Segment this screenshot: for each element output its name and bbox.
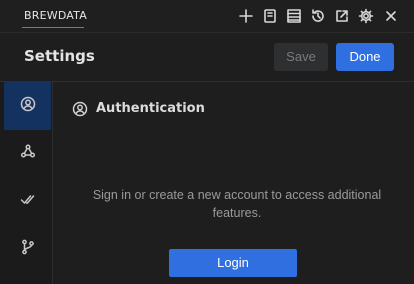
sidebar-item-git[interactable] <box>4 226 51 272</box>
login-button[interactable]: Login <box>169 249 297 277</box>
webhook-icon <box>20 143 36 163</box>
page-title: Settings <box>24 47 95 65</box>
user-circle-icon <box>72 101 88 117</box>
open-external-icon[interactable] <box>332 6 352 26</box>
app-tab-underline <box>22 27 84 28</box>
settings-sidebar <box>0 82 53 284</box>
gear-icon[interactable] <box>356 6 376 26</box>
sidebar-item-authentication[interactable] <box>4 82 51 130</box>
save-button[interactable]: Save <box>274 43 328 71</box>
sidebar-item-checks[interactable] <box>4 178 51 224</box>
close-icon[interactable] <box>381 6 401 26</box>
notebook-icon[interactable] <box>260 6 280 26</box>
done-button[interactable]: Done <box>336 43 394 71</box>
section-title: Authentication <box>96 101 205 116</box>
git-branch-icon <box>20 239 36 259</box>
plus-icon[interactable] <box>236 6 256 26</box>
top-bar: BREWDATA <box>0 0 414 33</box>
settings-header: Settings Save Done <box>0 33 414 82</box>
sidebar-item-webhooks[interactable] <box>4 130 51 176</box>
auth-message: Sign in or create a new account to acces… <box>92 188 382 220</box>
user-circle-icon <box>20 96 36 116</box>
list-icon[interactable] <box>284 6 304 26</box>
double-check-icon <box>20 191 36 211</box>
app-tab[interactable]: BREWDATA <box>24 4 87 28</box>
history-icon[interactable] <box>308 6 328 26</box>
